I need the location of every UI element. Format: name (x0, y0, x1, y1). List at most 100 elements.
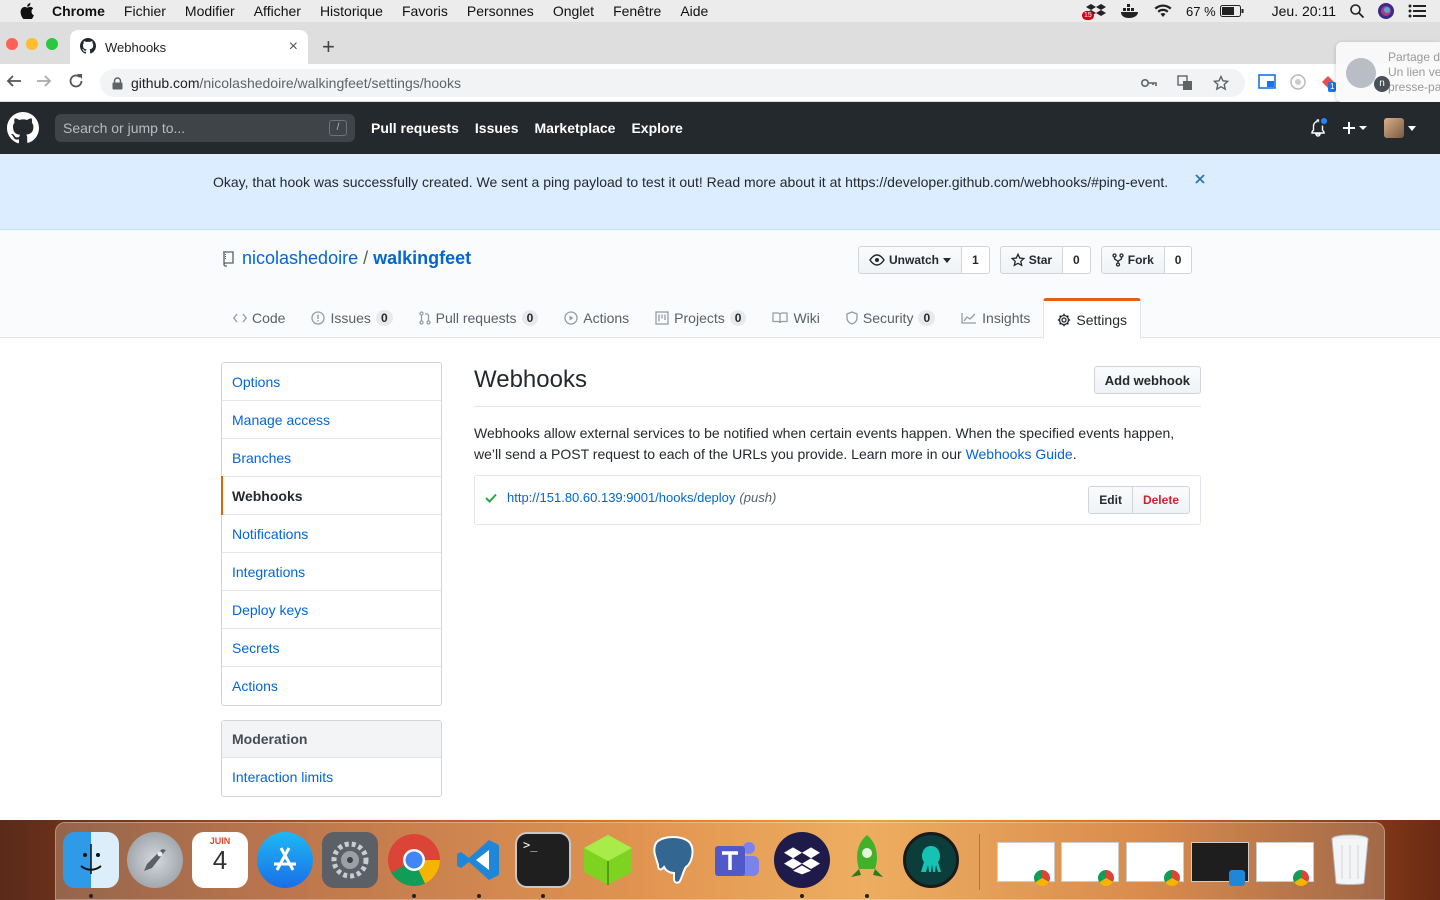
menu-favoris[interactable]: Favoris (402, 3, 448, 19)
tab-actions[interactable]: Actions (551, 298, 642, 338)
sidebar-item-branches[interactable]: Branches (222, 439, 441, 477)
menu-afficher[interactable]: Afficher (254, 3, 301, 19)
dock-rocket-app-icon[interactable] (839, 832, 895, 888)
github-search-input[interactable]: Search or jump to... / (55, 114, 355, 142)
fork-button[interactable]: Fork (1100, 246, 1165, 274)
dock-launchpad-icon[interactable] (127, 832, 183, 888)
siri-icon[interactable] (1378, 3, 1394, 19)
dock-gitkraken-icon[interactable] (903, 832, 959, 888)
dock-trash-icon[interactable] (1322, 832, 1378, 888)
nav-explore[interactable]: Explore (631, 120, 682, 136)
notification-center-icon[interactable] (1408, 4, 1426, 18)
tab-projects[interactable]: Projects 0 (642, 298, 759, 338)
webhook-url-link[interactable]: http://151.80.60.139:9001/hooks/deploy (507, 490, 735, 505)
address-bar[interactable]: github.com/nicolashedoire/walkingfeet/se… (100, 69, 1245, 97)
dock-terminal-icon[interactable]: >_ (515, 832, 571, 888)
sidebar-item-interaction-limits[interactable]: Interaction limits (222, 758, 441, 796)
sidebar-item-options[interactable]: Options (222, 363, 441, 401)
unread-indicator (1319, 116, 1329, 126)
menu-onglet[interactable]: Onglet (553, 3, 594, 19)
cast-extension-icon[interactable] (1258, 74, 1276, 90)
reload-icon[interactable] (68, 73, 84, 92)
sidebar-item-webhooks[interactable]: Webhooks (221, 476, 441, 515)
dock-system-preferences-icon[interactable] (322, 832, 378, 888)
watch-count[interactable]: 1 (962, 246, 990, 274)
tab-security-counter: 0 (918, 310, 936, 326)
sidebar-item-actions[interactable]: Actions (222, 667, 441, 705)
star-count[interactable]: 0 (1063, 246, 1091, 274)
webhooks-guide-link[interactable]: Webhooks Guide (966, 446, 1073, 462)
github-logo-icon[interactable] (7, 112, 39, 147)
browser-tab[interactable]: Webhooks × (70, 30, 308, 64)
flash-notice: Okay, that hook was successfully created… (0, 154, 1440, 230)
back-arrow-icon[interactable] (6, 73, 22, 92)
window-zoom-button[interactable] (46, 38, 58, 50)
tab-settings[interactable]: Settings (1043, 298, 1141, 339)
notifications-bell-icon[interactable] (1310, 116, 1329, 137)
menu-fenetre[interactable]: Fenêtre (613, 3, 661, 19)
flash-close-icon[interactable] (1193, 172, 1207, 189)
sidebar-item-secrets[interactable]: Secrets (222, 629, 441, 667)
dock-vscode-icon[interactable] (451, 832, 507, 888)
translate-icon[interactable] (1177, 75, 1193, 91)
sidebar-item-integrations[interactable]: Integrations (222, 553, 441, 591)
share-notification-popup[interactable]: n Partage d Un lien ve presse-pa (1336, 42, 1440, 102)
menu-historique[interactable]: Historique (320, 3, 383, 19)
menu-aide[interactable]: Aide (680, 3, 708, 19)
lock-icon[interactable] (112, 76, 123, 90)
dock-cube-app-icon[interactable] (580, 832, 636, 888)
dock-postgresql-icon[interactable] (645, 832, 701, 888)
menu-personnes[interactable]: Personnes (467, 3, 534, 19)
delete-webhook-button[interactable]: Delete (1132, 486, 1190, 514)
repo-name-link[interactable]: walkingfeet (373, 248, 471, 269)
spotlight-search-icon[interactable] (1350, 4, 1364, 18)
tab-close-icon[interactable]: × (289, 38, 298, 56)
user-menu[interactable] (1384, 118, 1416, 138)
key-icon[interactable] (1141, 78, 1157, 88)
tab-code[interactable]: Code (220, 298, 298, 338)
tab-wiki[interactable]: Wiki (759, 298, 832, 338)
window-close-button[interactable] (6, 38, 18, 50)
window-minimize-button[interactable] (26, 38, 38, 50)
dock-calendar-icon[interactable]: JUIN 4 (192, 832, 248, 888)
extension-circle-icon[interactable] (1290, 74, 1306, 90)
sidebar-item-deploy-keys[interactable]: Deploy keys (222, 591, 441, 629)
forward-arrow-icon[interactable] (36, 73, 52, 92)
dropbox-status-icon[interactable]: 15 (1082, 3, 1106, 20)
menu-fichier[interactable]: Fichier (124, 3, 166, 19)
tab-issues[interactable]: Issues 0 (298, 298, 405, 338)
tab-security[interactable]: Security 0 (833, 298, 948, 338)
docker-icon[interactable] (1120, 4, 1140, 18)
add-webhook-button[interactable]: Add webhook (1093, 366, 1201, 394)
nav-pull-requests[interactable]: Pull requests (371, 120, 459, 136)
dock-chrome-icon[interactable] (386, 832, 442, 888)
battery-icon[interactable] (1219, 5, 1244, 17)
apple-menu-icon[interactable] (20, 3, 36, 19)
star-button[interactable]: Star (999, 246, 1064, 274)
repo-icon (222, 250, 234, 267)
sidebar-item-manage-access[interactable]: Manage access (222, 401, 441, 439)
sidebar-item-notifications[interactable]: Notifications (222, 515, 441, 553)
dock-finder-icon[interactable] (63, 832, 119, 888)
battery-percent[interactable]: 67 % (1186, 4, 1216, 19)
clock[interactable]: Jeu. 20:11 (1272, 3, 1336, 19)
menu-app-name[interactable]: Chrome (52, 3, 105, 19)
extension-red-icon[interactable]: 1 (1320, 74, 1337, 92)
tab-pull-requests[interactable]: Pull requests 0 (406, 298, 552, 338)
bookmark-star-icon[interactable] (1213, 75, 1229, 91)
nav-marketplace[interactable]: Marketplace (535, 120, 616, 136)
dock-dropbox-icon[interactable] (774, 832, 830, 888)
dock-teams-icon[interactable] (709, 832, 765, 888)
nav-issues[interactable]: Issues (475, 120, 519, 136)
repo-owner-link[interactable]: nicolashedoire (242, 248, 358, 269)
dock-app-store-icon[interactable] (257, 832, 313, 888)
create-new-plus-icon[interactable] (1342, 121, 1368, 135)
dock-thumbnail-chrome-badge-icon (1034, 870, 1050, 886)
new-tab-button[interactable]: + (322, 36, 335, 58)
wifi-icon[interactable] (1154, 4, 1172, 18)
edit-webhook-button[interactable]: Edit (1088, 486, 1133, 514)
tab-insights[interactable]: Insights (948, 298, 1043, 338)
menu-modifier[interactable]: Modifier (185, 3, 235, 19)
unwatch-button[interactable]: Unwatch (858, 246, 963, 274)
fork-count[interactable]: 0 (1164, 246, 1193, 274)
